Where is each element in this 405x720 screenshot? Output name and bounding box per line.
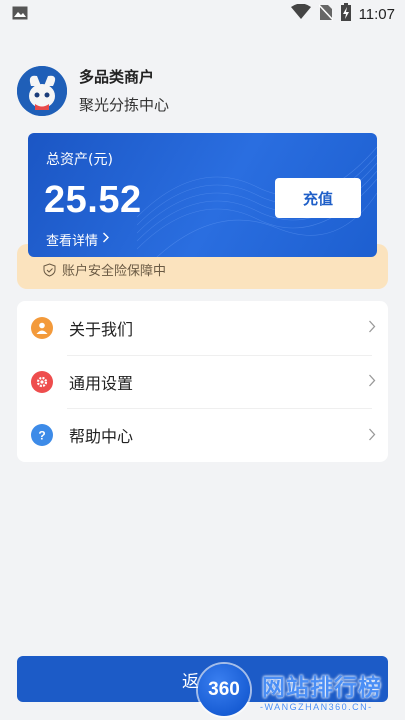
svg-text:?: ?: [38, 429, 45, 443]
total-assets-label: 总资产(元): [46, 152, 113, 168]
watermark-badge: 360: [198, 664, 250, 716]
watermark-title: 网站排行榜: [262, 675, 382, 701]
status-bar: 11:07: [0, 0, 405, 28]
menu-item-label: 通用设置: [69, 373, 134, 393]
user-icon: [31, 316, 53, 339]
recharge-button[interactable]: 充值: [275, 178, 361, 218]
no-sim-icon: [318, 3, 334, 25]
settings-menu: 关于我们 通用设置 ? 帮助中心: [17, 301, 388, 462]
wifi-icon: [290, 3, 311, 24]
view-details-link[interactable]: 查看详情: [46, 230, 110, 249]
menu-item-label: 关于我们: [69, 319, 134, 339]
profile-header: 多品类商户 聚光分拣中心: [17, 66, 169, 116]
battery-charging-icon: [340, 3, 351, 25]
status-time: 11:07: [358, 5, 395, 23]
watermark: 360 网站排行榜 -WANGZHAN360.CN-: [196, 660, 405, 720]
chevron-right-icon: [368, 318, 376, 337]
menu-item-general-settings[interactable]: 通用设置: [17, 354, 388, 409]
merchant-center: 聚光分拣中心: [79, 96, 170, 114]
chevron-right-icon: [368, 372, 376, 391]
shield-check-icon: [43, 262, 56, 281]
chevron-right-icon: [102, 232, 110, 247]
chevron-right-icon: [368, 426, 376, 445]
help-icon: ?: [31, 424, 53, 447]
asset-card: 总资产(元) 25.52 查看详情 充值: [28, 133, 377, 257]
mascot-avatar[interactable]: [17, 66, 67, 116]
watermark-url: -WANGZHAN360.CN-: [260, 702, 373, 712]
settings-icon: [31, 370, 53, 393]
menu-item-about-us[interactable]: 关于我们: [17, 301, 388, 355]
view-details-label: 查看详情: [46, 234, 99, 249]
menu-item-help-center[interactable]: ? 帮助中心: [17, 408, 388, 462]
menu-item-label: 帮助中心: [69, 427, 134, 447]
image-icon: [12, 5, 28, 24]
insurance-text: 账户安全险保障中: [62, 264, 167, 279]
total-assets-value: 25.52: [44, 179, 142, 221]
merchant-name: 多品类商户: [79, 68, 155, 86]
